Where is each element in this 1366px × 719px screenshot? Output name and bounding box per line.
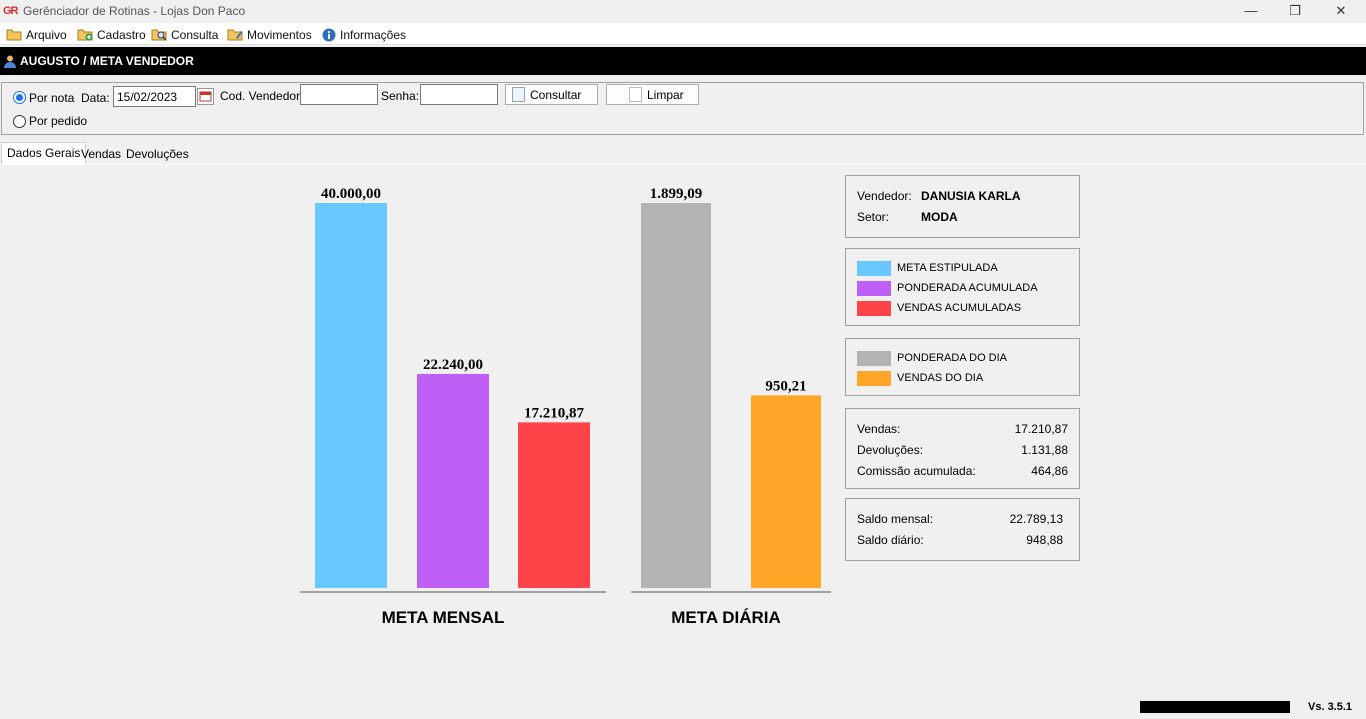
menu-label: Informações xyxy=(340,27,407,42)
radio-por-nota-label[interactable]: Por nota xyxy=(29,91,74,105)
data-field[interactable]: 15/02/2023 xyxy=(113,86,196,107)
menu-bar: Arquivo Cadastro Consulta Movimentos Inf… xyxy=(0,23,1366,45)
bar-value-label: 40.000,00 xyxy=(321,186,381,202)
bar-meta-estipulada xyxy=(315,203,387,588)
legend-swatch xyxy=(857,261,891,276)
title-bar: GR Gerênciador de Rotinas - Lojas Don Pa… xyxy=(0,0,1366,23)
folder-icon xyxy=(6,29,22,41)
calendar-icon xyxy=(199,91,212,102)
group-title: META MENSAL xyxy=(382,608,505,627)
vendas-value: 17.210,87 xyxy=(1014,422,1068,436)
legend-label: VENDAS ACUMULADAS xyxy=(897,302,1022,314)
setor-value: MODA xyxy=(921,210,958,224)
menu-label: Arquivo xyxy=(26,27,67,42)
add-record-icon xyxy=(77,29,93,41)
screen-title: AUGUSTO / META VENDEDOR xyxy=(20,54,194,68)
vendedor-label: Vendedor: xyxy=(857,189,912,203)
screen-header: AUGUSTO / META VENDEDOR xyxy=(0,47,1366,75)
saldo-mensal-label: Saldo mensal: xyxy=(857,512,934,526)
info-icon xyxy=(322,28,336,41)
legend-swatch xyxy=(857,301,891,316)
document-icon xyxy=(512,87,525,102)
bar-ponderada-do-dia xyxy=(641,203,711,588)
tab-devolucoes[interactable]: Devoluções xyxy=(121,144,194,164)
saldo-diario-value: 948,88 xyxy=(1026,533,1063,547)
legend-swatch xyxy=(857,351,891,366)
cod-vendedor-field[interactable] xyxy=(300,84,378,105)
limpar-button[interactable]: Limpar xyxy=(606,84,699,105)
menu-informacoes[interactable]: Informações xyxy=(322,26,406,43)
bar-value-label: 17.210,87 xyxy=(524,405,585,421)
menu-arquivo[interactable]: Arquivo xyxy=(6,26,67,43)
user-icon xyxy=(4,55,16,68)
saldo-mensal-value: 22.789,13 xyxy=(1009,512,1063,526)
seller-box: Vendedor: DANUSIA KARLA Setor: MODA xyxy=(845,175,1080,238)
tab-vendas[interactable]: Vendas xyxy=(76,144,126,164)
meta-chart: 40.000,00 22.240,00 17.210,87 META MENSAL 1.… xyxy=(300,186,831,627)
totals-box: Vendas: 17.210,87 Devoluções: 1.131,88 C… xyxy=(845,408,1080,489)
comissao-label: Comissão acumulada: xyxy=(857,464,976,478)
consultar-label: Consultar xyxy=(530,87,582,102)
radio-por-nota[interactable] xyxy=(13,91,26,104)
legend-label: META ESTIPULADA xyxy=(897,262,998,274)
menu-consulta[interactable]: Consulta xyxy=(151,26,218,43)
setor-label: Setor: xyxy=(857,210,890,224)
tab-page-dados-gerais: 40.000,00 22.240,00 17.210,87 META MENSAL 1.… xyxy=(1,164,1364,694)
group-title: META DIÁRIA xyxy=(671,608,781,627)
blank-page-icon xyxy=(629,87,642,102)
limpar-label: Limpar xyxy=(647,87,684,102)
menu-label: Consulta xyxy=(171,27,219,42)
legend-label: VENDAS DO DIA xyxy=(897,372,984,384)
menu-label: Movimentos xyxy=(247,27,312,42)
data-label: Data: xyxy=(81,91,110,105)
filter-panel: Por nota Por pedido Data: 15/02/2023 Cod… xyxy=(1,82,1364,135)
bar-value-label: 1.899,09 xyxy=(650,186,703,202)
devolucoes-value: 1.131,88 xyxy=(1021,443,1068,457)
menu-cadastro[interactable]: Cadastro xyxy=(77,26,146,43)
calendar-button[interactable] xyxy=(197,88,214,105)
close-button[interactable]: ✕ xyxy=(1318,0,1364,22)
radio-por-pedido[interactable] xyxy=(13,115,26,128)
bar-ponderada-acumulada xyxy=(417,373,489,588)
legend-label: PONDERADA DO DIA xyxy=(897,352,1008,364)
redacted-status-bar xyxy=(1140,701,1290,713)
edit-folder-icon xyxy=(227,29,243,41)
bar-value-label: 22.240,00 xyxy=(423,357,483,373)
bar-vendas-do-dia xyxy=(751,395,821,588)
version-label: Vs. 3.5.1 xyxy=(1308,701,1353,713)
tab-dados-gerais[interactable]: Dados Gerais xyxy=(1,142,87,164)
minimize-button[interactable]: — xyxy=(1228,0,1274,22)
app-logo: GR xyxy=(3,5,19,17)
menu-label: Cadastro xyxy=(97,27,146,42)
comissao-value: 464,86 xyxy=(1031,464,1068,478)
window-title: Gerênciador de Rotinas - Lojas Don Paco xyxy=(23,4,246,18)
vendedor-value: DANUSIA KARLA xyxy=(921,189,1021,203)
legend-mensal: META ESTIPULADA PONDERADA ACUMULADA VEND… xyxy=(845,248,1080,326)
bar-vendas-acumuladas xyxy=(518,422,590,588)
devolucoes-label: Devoluções: xyxy=(857,443,924,457)
radio-por-pedido-label[interactable]: Por pedido xyxy=(29,114,87,128)
bar-value-label: 950,21 xyxy=(765,378,806,394)
legend-swatch xyxy=(857,281,891,296)
restore-button[interactable]: ❐ xyxy=(1272,0,1318,22)
vendas-label: Vendas: xyxy=(857,422,901,436)
search-folder-icon xyxy=(151,29,167,41)
legend-label: PONDERADA ACUMULADA xyxy=(897,282,1038,294)
saldo-box: Saldo mensal: 22.789,13 Saldo diário: 94… xyxy=(845,498,1080,561)
senha-field[interactable] xyxy=(420,84,498,105)
legend-diaria: PONDERADA DO DIA VENDAS DO DIA xyxy=(845,338,1080,396)
senha-label: Senha: xyxy=(381,89,420,103)
saldo-diario-label: Saldo diário: xyxy=(857,533,924,547)
cod-vendedor-label: Cod. Vendedor: xyxy=(220,89,304,103)
consultar-button[interactable]: Consultar xyxy=(505,84,598,105)
menu-movimentos[interactable]: Movimentos xyxy=(227,26,312,43)
legend-swatch xyxy=(857,371,891,386)
